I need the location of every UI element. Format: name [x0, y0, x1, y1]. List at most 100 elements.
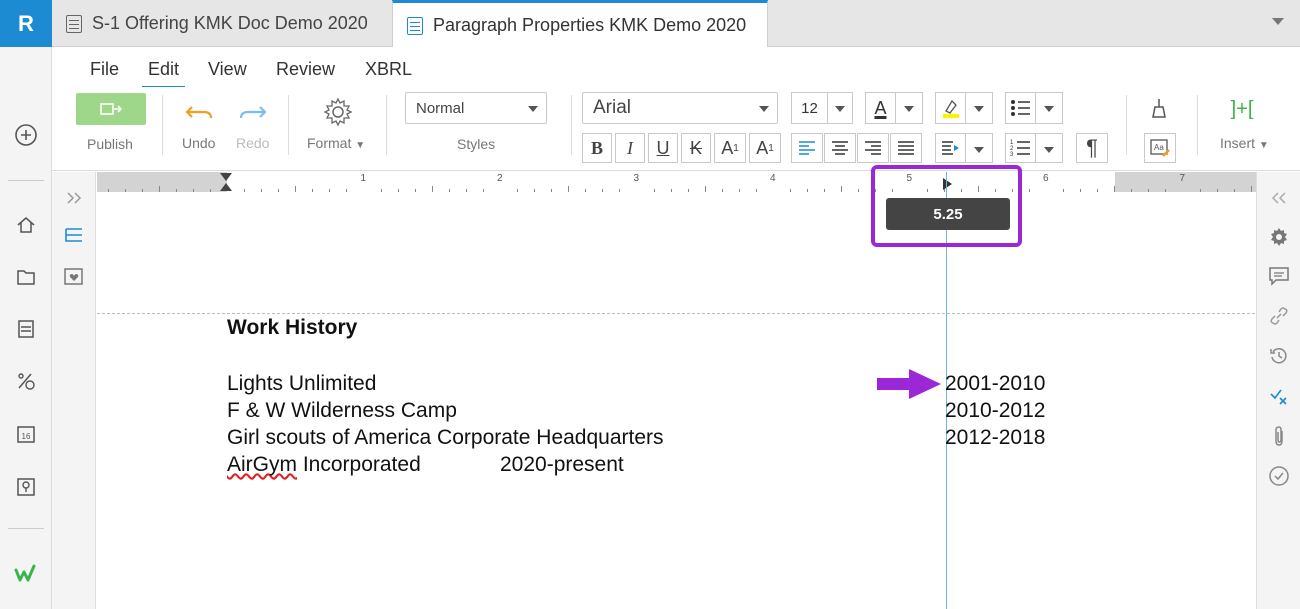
font-size-select[interactable]: 12 — [791, 92, 853, 124]
first-line-indent-marker[interactable] — [220, 173, 232, 181]
document-page[interactable]: Work History Lights Unlimited 2001-2010 … — [97, 172, 1255, 609]
work-history-heading[interactable]: Work History — [227, 316, 357, 340]
tab-paragraph-properties[interactable]: Paragraph Properties KMK Demo 2020 — [392, 0, 768, 48]
form-icon[interactable] — [14, 317, 38, 341]
menu-xbrl[interactable]: XBRL — [365, 59, 412, 80]
chevron-down-icon — [966, 93, 992, 123]
style-painter-button[interactable]: Aa — [1144, 133, 1176, 163]
tab-s1-offering[interactable]: S-1 Offering KMK Doc Demo 2020 — [52, 0, 392, 47]
history-icon[interactable] — [1267, 344, 1291, 368]
styles-select[interactable]: Normal — [405, 92, 547, 124]
job-years[interactable]: 2010-2012 — [945, 399, 1045, 423]
insert-button[interactable]: ]+[ — [1224, 95, 1260, 123]
home-icon[interactable] — [14, 213, 38, 237]
left-indent-marker[interactable] — [220, 183, 232, 191]
ribbon-divider — [386, 95, 387, 155]
tab-label: Paragraph Properties KMK Demo 2020 — [433, 15, 747, 35]
subscript-button[interactable]: A1 — [749, 133, 781, 163]
favorites-icon[interactable] — [62, 265, 86, 289]
chevron-down-icon — [828, 93, 852, 123]
tasks-icon[interactable] — [1267, 384, 1291, 408]
superscript-glyph: A — [721, 137, 734, 158]
format-label[interactable]: Format ▼ — [307, 135, 365, 151]
bullet-list-icon — [1006, 93, 1036, 123]
chevron-down-icon — [1036, 134, 1062, 162]
ruler-number: 6 — [1043, 173, 1049, 184]
indent-icon — [936, 134, 966, 162]
superscript-button[interactable]: A1 — [714, 133, 746, 163]
ribbon-divider — [1197, 95, 1198, 155]
svg-text:Aa: Aa — [1154, 143, 1164, 152]
show-formatting-button[interactable]: ¶ — [1076, 133, 1108, 163]
percent-icon[interactable] — [14, 369, 38, 393]
indent-button[interactable] — [935, 133, 993, 163]
menu-review[interactable]: Review — [276, 59, 335, 80]
ruler-number: 7 — [1179, 173, 1186, 184]
justify-button[interactable] — [890, 133, 922, 163]
location-icon[interactable] — [14, 475, 38, 499]
plus-circle-icon[interactable] — [14, 123, 38, 147]
publish-icon — [100, 103, 122, 115]
align-center-icon — [832, 141, 848, 155]
undo-button[interactable] — [182, 101, 216, 125]
job-name[interactable]: Girl scouts of America Corporate Headqua… — [227, 426, 664, 450]
workiva-logo[interactable] — [14, 562, 38, 586]
highlighter-icon — [936, 93, 966, 123]
menu-bar: File Edit View Review XBRL — [52, 47, 1300, 88]
comment-icon[interactable] — [1267, 264, 1291, 288]
job-years[interactable]: 2001-2010 — [945, 372, 1045, 396]
gear-icon[interactable] — [1267, 225, 1291, 249]
align-left-button[interactable] — [791, 133, 823, 163]
job-name[interactable]: Lights Unlimited — [227, 372, 376, 396]
publish-button[interactable] — [76, 93, 146, 125]
horizontal-ruler[interactable]: 1234567 — [97, 172, 1257, 192]
undo-icon — [185, 106, 213, 119]
job-years[interactable]: 2020-present — [500, 453, 624, 477]
insert-label[interactable]: Insert ▼ — [1220, 135, 1269, 151]
tab-bar: R S-1 Offering KMK Doc Demo 2020 Paragra… — [0, 0, 1300, 48]
job-name[interactable]: F & W Wilderness Camp — [227, 399, 457, 423]
italic-button[interactable]: I — [615, 133, 645, 163]
format-button[interactable] — [320, 95, 356, 129]
collapse-left-icon[interactable] — [1267, 186, 1291, 210]
font-color-button[interactable]: A — [865, 92, 923, 124]
underline-button[interactable]: U — [648, 133, 678, 163]
style-painter-icon: Aa — [1150, 139, 1170, 157]
ruler-number: 4 — [770, 173, 776, 184]
subscript-glyph: A — [756, 137, 769, 158]
tab-label: S-1 Offering KMK Doc Demo 2020 — [92, 13, 368, 33]
ribbon-toolbar: Publish Undo Redo Format ▼ Normal Styles… — [52, 87, 1300, 171]
font-family-select[interactable]: Arial — [582, 92, 778, 124]
numbered-list-button[interactable]: 123 — [1005, 133, 1063, 163]
publish-label: Publish — [87, 136, 133, 152]
link-icon[interactable] — [1267, 304, 1291, 328]
styles-label: Styles — [457, 136, 496, 152]
expand-right-icon[interactable] — [62, 186, 86, 210]
menu-file[interactable]: File — [90, 59, 119, 80]
redo-button[interactable] — [236, 101, 270, 125]
ruler-number: 2 — [497, 173, 503, 184]
ribbon-divider — [288, 95, 289, 155]
highlight-color-button[interactable] — [935, 92, 993, 124]
sidebar-divider — [8, 180, 44, 181]
menu-view[interactable]: View — [208, 59, 247, 80]
check-circle-icon[interactable] — [1267, 464, 1291, 488]
chevron-down-icon — [1036, 93, 1062, 123]
folder-icon[interactable] — [14, 265, 38, 289]
clear-format-button[interactable] — [1148, 95, 1172, 123]
bullet-list-button[interactable] — [1005, 92, 1063, 124]
tabs-dropdown-icon[interactable] — [1272, 18, 1284, 25]
bold-button[interactable]: B — [582, 133, 612, 163]
outline-tree-icon[interactable] — [62, 224, 86, 248]
attachment-icon[interactable] — [1267, 424, 1291, 448]
job-years[interactable]: 2012-2018 — [945, 426, 1045, 450]
strikethrough-button[interactable]: K — [681, 133, 711, 163]
job-name[interactable]: AirGym Incorporated — [227, 453, 421, 477]
app-logo[interactable]: R — [0, 0, 52, 47]
menu-edit[interactable]: Edit — [141, 59, 186, 88]
app-window: R S-1 Offering KMK Doc Demo 2020 Paragra… — [0, 0, 1300, 609]
align-right-button[interactable] — [857, 133, 889, 163]
spelling-error-word[interactable]: AirGym — [227, 453, 297, 476]
align-center-button[interactable] — [824, 133, 856, 163]
calendar-icon[interactable]: 16 — [14, 422, 38, 446]
